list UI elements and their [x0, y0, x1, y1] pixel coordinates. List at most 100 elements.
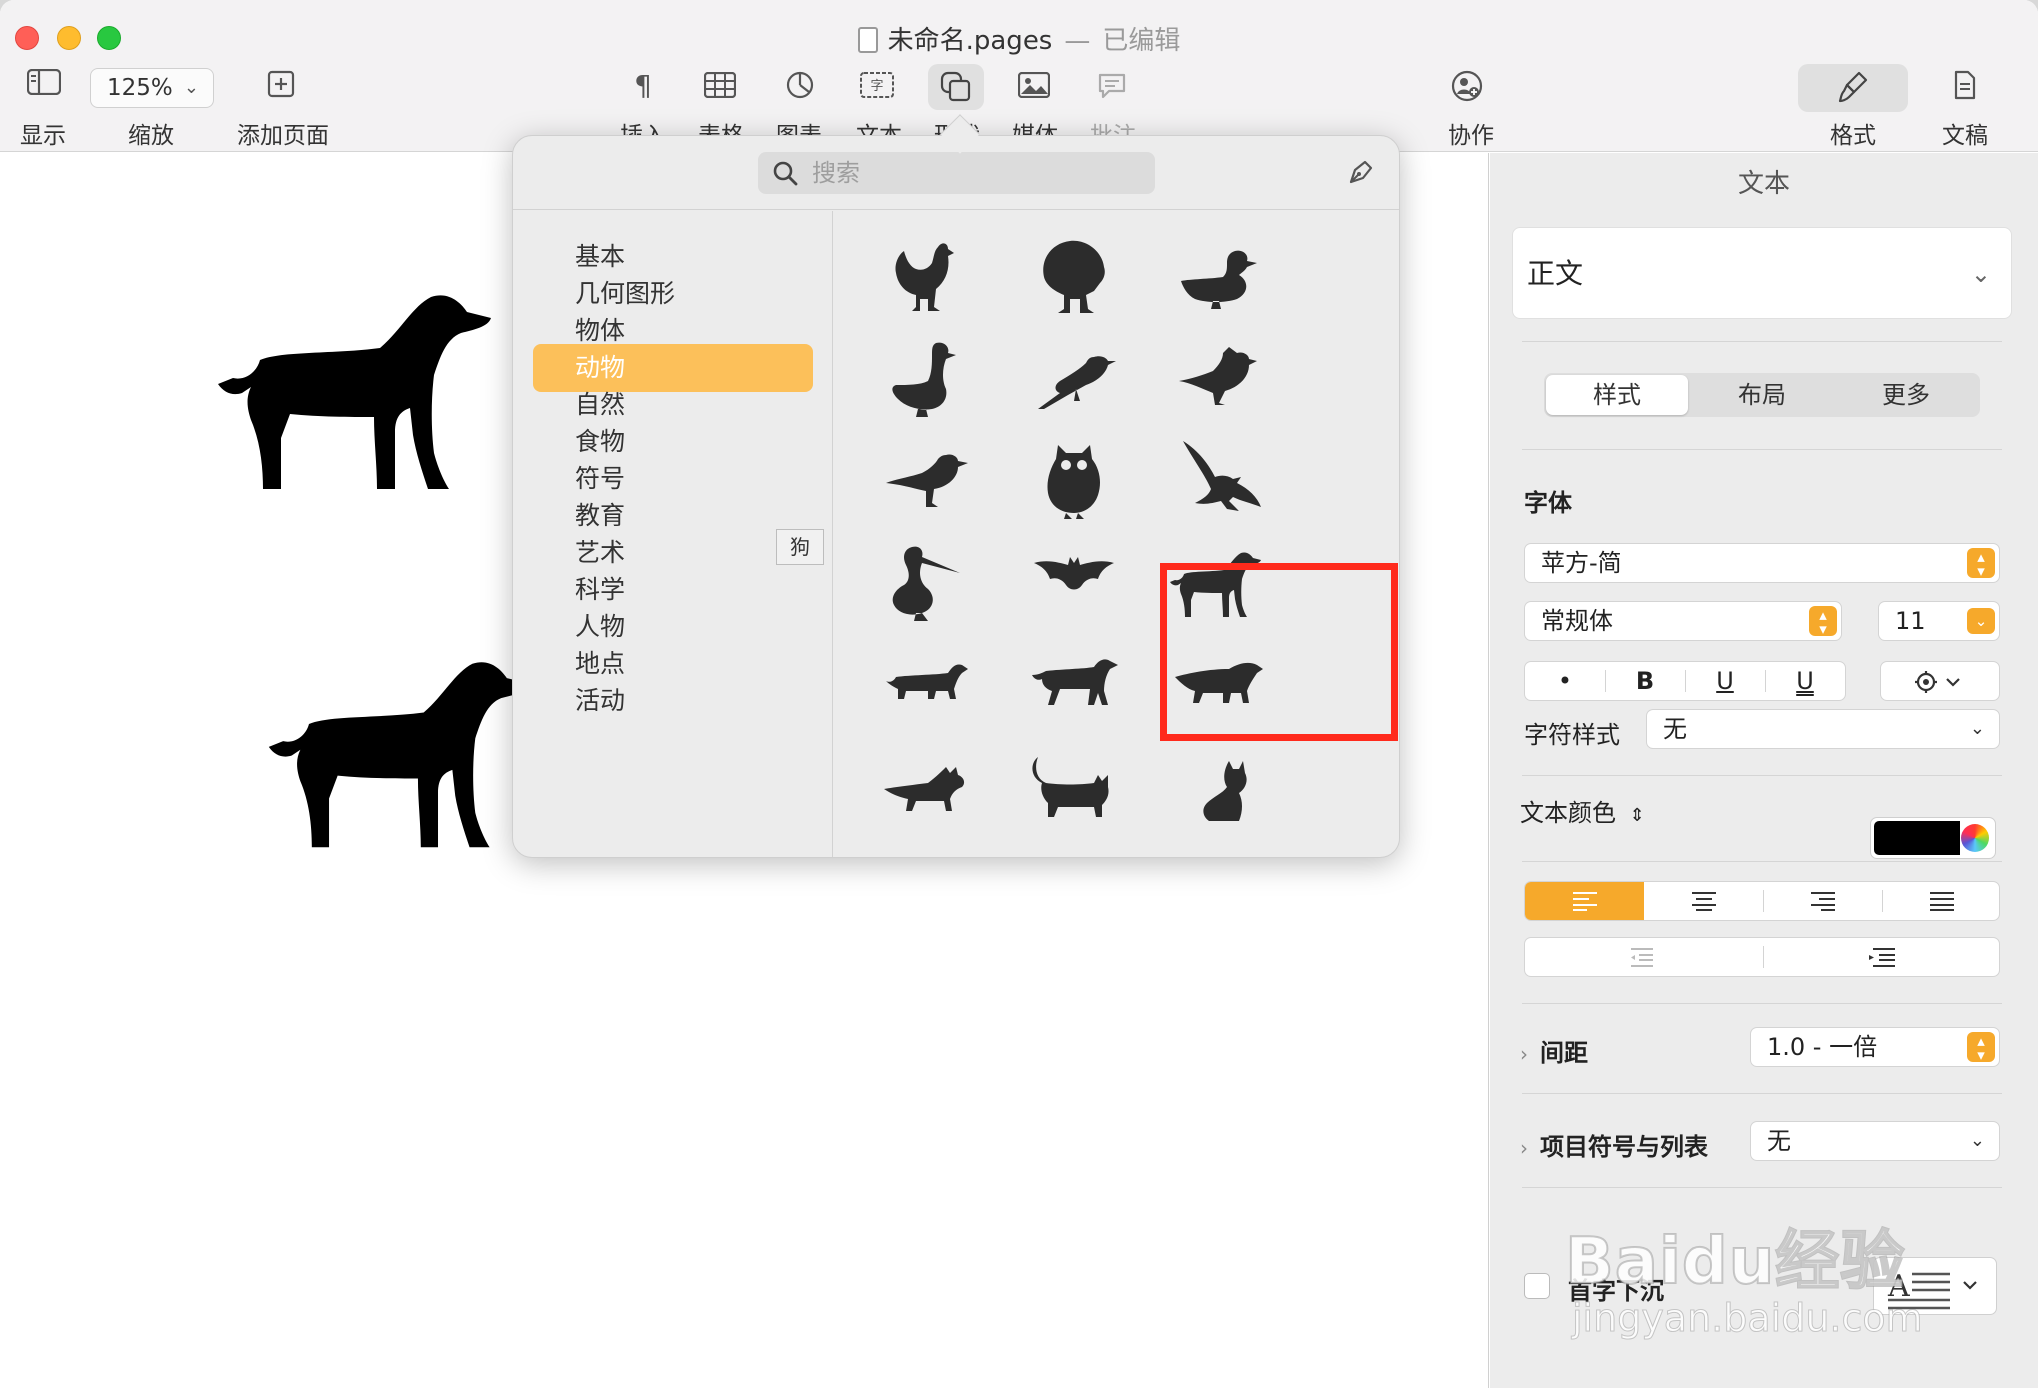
spacing-label: 间距 [1540, 1039, 1588, 1067]
bullets-select[interactable]: 无 ⌄ [1750, 1121, 2000, 1161]
zoom-label: 缩放 [128, 123, 174, 149]
document-icon [857, 27, 878, 53]
justify-icon [1929, 892, 1954, 911]
comment-button[interactable] [1096, 72, 1128, 106]
insert-button[interactable]: ¶ [618, 66, 668, 112]
text-color-label[interactable]: 文本颜色 ⇕ [1520, 793, 1645, 828]
double-underline-button[interactable]: U [1765, 662, 1845, 700]
inspector-title: 文本 [1737, 169, 1790, 199]
spacing-select[interactable]: 1.0 - 一倍 ▴ ▾ [1750, 1027, 2000, 1067]
title-separator: — [1064, 26, 1091, 56]
chevron-down-icon: ⌄ [183, 77, 199, 98]
format-button[interactable] [1798, 64, 1908, 112]
dropcap-checkbox[interactable] [1524, 1273, 1550, 1299]
goose-shape[interactable] [876, 329, 976, 429]
sitting-cat-shape[interactable] [1169, 737, 1269, 837]
dog-shape-2[interactable] [265, 658, 525, 853]
pie-chart-icon [786, 71, 814, 99]
turkey-shape[interactable] [1024, 229, 1124, 329]
magpie-shape[interactable] [1024, 329, 1124, 429]
category-item[interactable]: 活动 [533, 677, 813, 725]
cat-shape[interactable] [1024, 737, 1124, 837]
chevron-down-icon: ⌄ [1967, 608, 1995, 634]
fox-shape[interactable] [876, 737, 976, 837]
increase-indent-button[interactable] [1763, 938, 2001, 976]
font-size-value: 11 [1895, 607, 1926, 635]
add-page-button[interactable] [265, 70, 297, 104]
edited-status: 已编辑 [1102, 26, 1181, 56]
bullets-disclosure[interactable]: › 项目符号与列表 [1520, 1127, 1708, 1162]
font-family-select[interactable]: 苹方-简 ▴ ▾ [1524, 543, 2000, 583]
owl-shape[interactable] [1024, 431, 1124, 531]
sidebar-icon [20, 66, 68, 106]
window-title-bar: 未命名.pages — 已编辑 [0, 20, 2038, 57]
image-icon [1017, 71, 1051, 99]
gear-icon [1915, 671, 1960, 693]
rooster-shape[interactable] [876, 229, 976, 329]
text-box-icon: 字 [860, 72, 894, 98]
dachshund-shape[interactable] [876, 635, 976, 735]
tab-layout[interactable]: 布局 [1690, 373, 1834, 417]
format-inspector: 文本 正文 ⌄ 样式 布局 更多 字体 苹方-简 ▴ ▾ 常规体 ▴ ▾ 11 ⌄ … [1490, 153, 2038, 1388]
text-color-well[interactable] [1870, 817, 1996, 859]
table-button[interactable] [700, 71, 740, 104]
justify-button[interactable] [1882, 882, 2001, 920]
decrease-indent-button[interactable] [1525, 938, 1763, 976]
divider [1522, 861, 2002, 862]
align-left-button[interactable] [1525, 882, 1644, 920]
text-button[interactable]: 字 [860, 72, 894, 104]
shape-button[interactable] [928, 64, 984, 110]
view-button[interactable] [20, 66, 68, 112]
tab-style[interactable]: 样式 [1546, 375, 1688, 415]
bullets-value: 无 [1767, 1127, 1791, 1155]
color-wheel-icon[interactable] [1961, 824, 1989, 852]
cardinal-shape[interactable] [1169, 329, 1269, 429]
pen-draw-icon[interactable] [1343, 156, 1377, 190]
crow-shape[interactable] [876, 431, 976, 531]
font-section-heading: 字体 [1524, 489, 1572, 517]
dog-shape[interactable] [215, 290, 515, 490]
eagle-shape[interactable] [1169, 431, 1269, 531]
text-bullet-button[interactable]: • [1525, 662, 1605, 700]
watermark-text: Baidu经验 [1564, 1224, 1906, 1300]
align-right-button[interactable] [1763, 882, 1882, 920]
format-label: 格式 [1830, 123, 1876, 149]
zoom-value: 125% [107, 75, 173, 101]
tab-more[interactable]: 更多 [1834, 373, 1978, 417]
chevron-down-icon: ⌄ [1969, 718, 1985, 739]
spacing-disclosure[interactable]: › 间距 [1520, 1033, 1588, 1068]
underline-button[interactable]: U [1685, 662, 1765, 700]
align-center-button[interactable] [1644, 882, 1763, 920]
bullets-label: 项目符号与列表 [1540, 1133, 1708, 1161]
paragraph-style-value: 正文 [1527, 257, 1584, 290]
font-weight-select[interactable]: 常规体 ▴ ▾ [1524, 601, 1842, 641]
char-style-label: 字符样式 [1524, 721, 1620, 749]
hound-shape[interactable] [1024, 635, 1124, 735]
pages-window: 未命名.pages—已编辑 显示 125% ⌄ 缩放 添加页面 ¶ 插入 表格 [0, 0, 2038, 1388]
bat-shape[interactable] [1024, 533, 1124, 633]
bold-button[interactable]: B [1605, 662, 1685, 700]
collaborate-icon [1451, 70, 1483, 102]
media-button[interactable] [1017, 71, 1051, 104]
font-size-field[interactable]: 11 ⌄ [1878, 601, 2000, 641]
outdent-icon [1631, 948, 1653, 967]
color-swatch [1874, 821, 1960, 855]
text-color-label-text: 文本颜色 [1520, 799, 1616, 827]
indent-buttons [1524, 937, 2000, 977]
advanced-options-button[interactable] [1880, 661, 2000, 701]
collaborate-button[interactable] [1450, 70, 1484, 108]
watermark-url: jingyan.baidu.com [1572, 1296, 1924, 1341]
zoom-select[interactable]: 125% ⌄ [90, 68, 214, 108]
pelican-shape[interactable] [876, 533, 976, 633]
chart-button[interactable] [784, 70, 816, 106]
text-format-buttons: • B U U [1524, 661, 1846, 701]
shape-search-input[interactable]: 搜索 [758, 152, 1155, 194]
document-label: 文稿 [1942, 123, 1988, 149]
document-button[interactable] [1952, 70, 1978, 106]
inspector-tabs: 样式 布局 更多 [1544, 373, 1980, 417]
char-style-select[interactable]: 无 ⌄ [1646, 709, 2000, 749]
collaborate-label: 协作 [1448, 123, 1494, 149]
paragraph-style-select[interactable]: 正文 ⌄ [1512, 227, 2012, 319]
duck-shape[interactable] [1169, 229, 1269, 329]
spacing-value: 1.0 - 一倍 [1767, 1033, 1878, 1061]
